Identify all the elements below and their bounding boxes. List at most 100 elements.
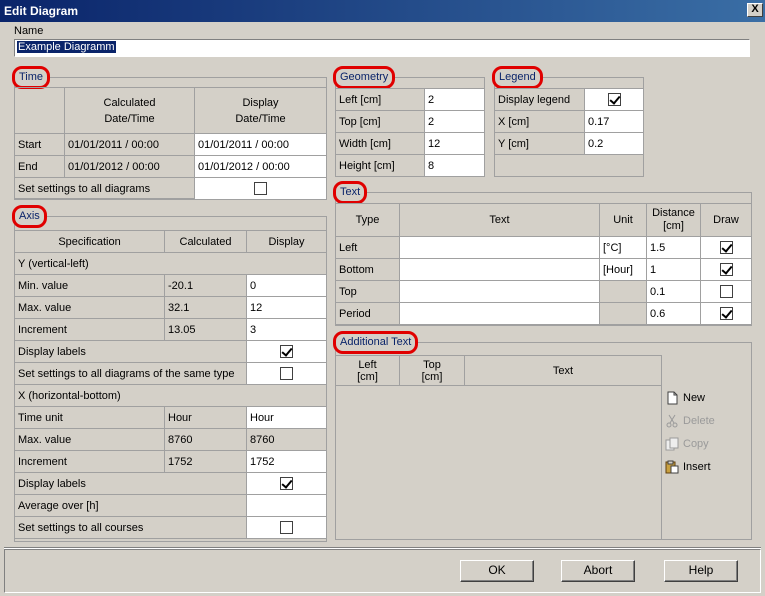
insert-button-label: Insert (683, 461, 711, 473)
axis-x-increment-input[interactable]: 1752 (246, 450, 327, 473)
time-end-display-input[interactable]: 01/01/2012 / 00:00 (194, 155, 327, 178)
text-top-draw-checkbox[interactable] (719, 285, 733, 298)
axis-y-set-all-checkbox[interactable] (280, 367, 293, 380)
axis-x-label: X (horizontal-bottom) (14, 384, 327, 407)
copy-button[interactable]: Copy (665, 434, 750, 454)
delete-button[interactable]: Delete (665, 411, 750, 431)
axis-average-input[interactable] (246, 494, 327, 517)
text-period-input[interactable] (399, 302, 600, 325)
axis-header-display: Display (246, 230, 327, 253)
geometry-row-label: Top [cm] (335, 110, 425, 133)
legend-x-input[interactable]: 0.17 (584, 110, 644, 133)
axis-x-timeunit-calculated: Hour (164, 406, 247, 429)
axis-section-title: Axis (12, 205, 47, 228)
close-icon: X (751, 3, 759, 15)
axis-x-row-label: Time unit (14, 406, 165, 429)
axis-x-display-labels-checkbox[interactable] (280, 477, 293, 490)
axis-y-set-all-label: Set settings to all diagrams of the same… (14, 362, 247, 385)
axis-x-set-all-checkbox[interactable] (280, 521, 293, 534)
close-button[interactable]: X (747, 3, 763, 17)
legend-row-label: X [cm] (494, 110, 585, 133)
legend-table: Display legend X [cm] 0.17 Y [cm] 0.2 (494, 88, 644, 155)
name-label: Name (14, 25, 44, 37)
time-row-label: End (14, 155, 65, 178)
name-value: Example Diagramm (17, 41, 116, 53)
copy-button-label: Copy (683, 438, 709, 450)
time-header-display: Display Date/Time (194, 87, 327, 134)
text-bottom-draw-checkbox[interactable] (719, 263, 733, 276)
axis-x-display-labels-label: Display labels (14, 472, 247, 495)
paste-icon (665, 460, 679, 474)
legend-display-label: Display legend (494, 88, 585, 111)
text-bottom-unit[interactable]: [Hour] (599, 258, 647, 281)
abort-button[interactable]: Abort (561, 560, 635, 582)
axis-header-calculated: Calculated (164, 230, 247, 253)
text-header-unit: Unit (599, 203, 647, 237)
time-end-calculated: 01/01/2012 / 00:00 (64, 155, 195, 178)
axis-x-increment-calculated: 1752 (164, 450, 247, 473)
text-left-unit[interactable]: [°C] (599, 236, 647, 259)
text-top-unit (599, 280, 647, 303)
axis-x-row-label: Increment (14, 450, 165, 473)
text-left-input[interactable] (399, 236, 600, 259)
geometry-section-title: Geometry (333, 66, 396, 89)
insert-button[interactable]: Insert (665, 457, 750, 477)
geometry-row-label: Width [cm] (335, 132, 425, 155)
time-table: Calculated Date/Time Display Date/Time S… (14, 87, 327, 200)
text-top-input[interactable] (399, 280, 600, 303)
scissors-icon (666, 414, 678, 428)
text-period-distance-input[interactable]: 0.6 (646, 302, 701, 325)
text-left-draw-checkbox[interactable] (719, 241, 733, 254)
text-row-type: Left (335, 236, 400, 259)
footer-panel (4, 549, 761, 593)
geometry-height-input[interactable]: 8 (424, 154, 485, 177)
axis-y-min-input[interactable]: 0 (246, 274, 327, 297)
text-left-distance-input[interactable]: 1.5 (646, 236, 701, 259)
new-button[interactable]: New (665, 388, 750, 408)
axis-x-timeunit-input[interactable]: Hour (246, 406, 327, 429)
text-header-type: Type (335, 203, 400, 237)
time-set-all-checkbox[interactable] (254, 182, 267, 195)
name-input[interactable]: Example Diagramm (14, 39, 750, 57)
text-bottom-distance-input[interactable]: 1 (646, 258, 701, 281)
text-header-text: Text (399, 203, 600, 237)
text-top-distance-input[interactable]: 0.1 (646, 280, 701, 303)
text-period-draw-checkbox[interactable] (719, 307, 733, 320)
copy-icon (665, 437, 679, 451)
axis-y-label: Y (vertical-left) (14, 252, 327, 275)
time-start-display-input[interactable]: 01/01/2011 / 00:00 (194, 133, 327, 156)
legend-section-title: Legend (492, 66, 543, 89)
legend-row-label: Y [cm] (494, 132, 585, 155)
text-header-draw: Draw (700, 203, 752, 237)
additional-header-text: Text (464, 355, 662, 386)
geometry-width-input[interactable]: 12 (424, 132, 485, 155)
additional-text-table: Left [cm] Top [cm] Text (335, 355, 662, 386)
axis-y-row-label: Increment (14, 318, 165, 341)
legend-display-checkbox[interactable] (607, 93, 621, 106)
additional-text-buttons: New Delete Copy Insert (665, 388, 750, 477)
axis-table: Specification Calculated Display Y (vert… (14, 230, 327, 539)
geometry-top-input[interactable]: 2 (424, 110, 485, 133)
geometry-row-label: Height [cm] (335, 154, 425, 177)
axis-y-max-input[interactable]: 12 (246, 296, 327, 319)
window-title-bar: Edit Diagram (0, 0, 765, 22)
additional-header-left: Left [cm] (335, 355, 400, 386)
axis-y-increment-input[interactable]: 3 (246, 318, 327, 341)
axis-y-display-labels-checkbox[interactable] (280, 345, 293, 358)
axis-y-increment-calculated: 13.05 (164, 318, 247, 341)
text-bottom-input[interactable] (399, 258, 600, 281)
text-row-type: Bottom (335, 258, 400, 281)
text-header-distance: Distance [cm] (646, 203, 701, 237)
time-header-calculated: Calculated Date/Time (64, 87, 195, 134)
ok-button[interactable]: OK (460, 560, 534, 582)
geometry-table: Left [cm] 2 Top [cm] 2 Width [cm] 12 Hei… (335, 88, 485, 177)
axis-x-max-display: 8760 (246, 428, 327, 451)
axis-y-row-label: Max. value (14, 296, 165, 319)
time-start-calculated: 01/01/2011 / 00:00 (64, 133, 195, 156)
text-section-title: Text (333, 181, 368, 204)
help-button[interactable]: Help (664, 560, 738, 582)
geometry-row-label: Left [cm] (335, 88, 425, 111)
legend-y-input[interactable]: 0.2 (584, 132, 644, 155)
geometry-left-input[interactable]: 2 (424, 88, 485, 111)
additional-text-list[interactable] (335, 385, 662, 540)
